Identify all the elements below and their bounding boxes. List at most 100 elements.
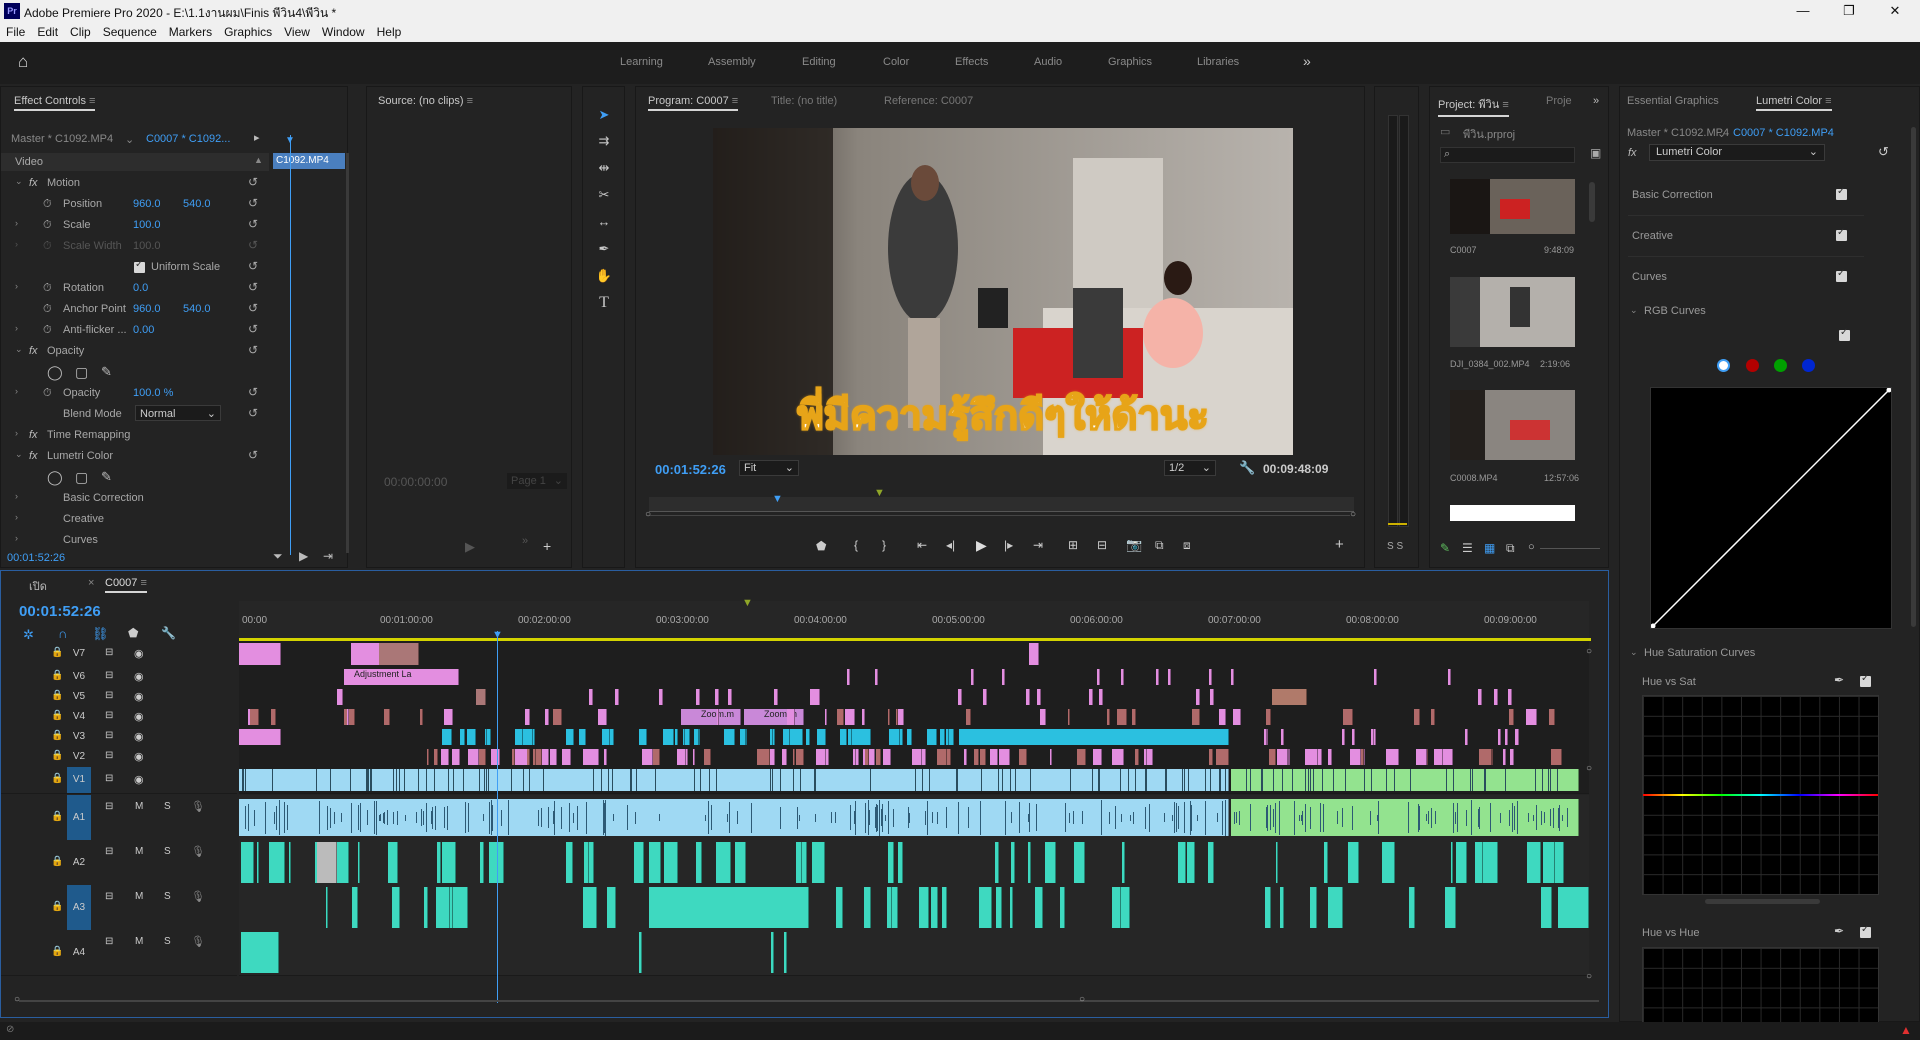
- audio-clip[interactable]: [1445, 887, 1456, 928]
- play-audio-icon[interactable]: ▶: [299, 549, 308, 563]
- audio-clip[interactable]: [289, 842, 291, 883]
- audio-clip[interactable]: [1178, 842, 1186, 883]
- audio-clip[interactable]: [424, 887, 428, 928]
- mute-button[interactable]: M: [135, 846, 143, 857]
- track-lane-a1[interactable]: [239, 795, 1589, 841]
- clip[interactable]: [898, 709, 904, 725]
- icon-view-icon[interactable]: ▦: [1484, 541, 1495, 555]
- clip[interactable]: [999, 749, 1010, 765]
- tab-effect-controls[interactable]: Effect Controls ≡: [14, 95, 96, 111]
- audio-clip[interactable]: [392, 887, 400, 928]
- clip[interactable]: [1328, 749, 1332, 765]
- audio-clip[interactable]: [587, 842, 589, 883]
- blue-channel-button[interactable]: [1802, 359, 1815, 372]
- ellipse-mask-icon[interactable]: ◯: [47, 364, 63, 381]
- scroll-handle-left-icon[interactable]: ○: [14, 994, 20, 1005]
- audio-clip[interactable]: [634, 842, 644, 883]
- clip[interactable]: [816, 749, 826, 765]
- clip[interactable]: [696, 689, 700, 705]
- lumetri-master-label[interactable]: Master * C1092.MP4: [1627, 127, 1729, 139]
- audio-clip[interactable]: [696, 842, 702, 883]
- audio-clip[interactable]: [1208, 842, 1214, 883]
- clip[interactable]: [550, 749, 557, 765]
- clip[interactable]: [838, 709, 844, 725]
- clip[interactable]: [1077, 749, 1086, 765]
- audio-clip[interactable]: [996, 887, 1002, 928]
- rgb-curves-checkbox[interactable]: [1839, 327, 1850, 341]
- program-playhead-icon[interactable]: ▼: [772, 493, 783, 505]
- hand-tool-icon[interactable]: ✋: [594, 266, 614, 286]
- audio-clip[interactable]: [1276, 842, 1278, 883]
- basic-correction-row[interactable]: › Basic Correction: [1, 488, 271, 509]
- add-marker-icon[interactable]: ⬟: [128, 626, 138, 640]
- master-clip-label[interactable]: Master * C1092.MP4: [11, 133, 113, 145]
- program-timecode[interactable]: 00:01:52:26: [655, 462, 726, 477]
- rgb-curve-graph[interactable]: [1650, 387, 1892, 629]
- project-thumb-c0007[interactable]: [1450, 179, 1575, 234]
- clip[interactable]: [717, 709, 719, 725]
- clip[interactable]: [1266, 709, 1271, 725]
- tab-open[interactable]: เปิด: [29, 577, 47, 595]
- clip[interactable]: [1281, 729, 1284, 745]
- audio-clip[interactable]: [257, 842, 259, 883]
- position-x-value[interactable]: 960.0: [133, 198, 161, 210]
- clip-v5-fx[interactable]: [1272, 689, 1307, 705]
- clip[interactable]: [1352, 729, 1355, 745]
- audio-clip[interactable]: [1456, 842, 1467, 883]
- clip[interactable]: [782, 749, 787, 765]
- microphone-icon[interactable]: 🎙: [191, 890, 205, 903]
- clip[interactable]: [1221, 709, 1226, 725]
- stopwatch-icon[interactable]: ⏱: [43, 303, 52, 316]
- curves-section[interactable]: Curves: [1628, 257, 1864, 297]
- more-controls-icon[interactable]: »: [522, 535, 528, 547]
- basic-correction-checkbox[interactable]: [1836, 186, 1847, 200]
- timeline-zoom-scrollbar[interactable]: [19, 1000, 1599, 1002]
- timeline-timecode[interactable]: 00:01:52:26: [19, 603, 101, 620]
- scale-value[interactable]: 100.0: [133, 219, 161, 231]
- clip[interactable]: [806, 729, 810, 745]
- toggle-sync-icon[interactable]: ⊟: [105, 936, 113, 947]
- clip-a1-green[interactable]: [1231, 799, 1579, 836]
- red-channel-button[interactable]: [1746, 359, 1759, 372]
- ripple-edit-tool-icon[interactable]: ⇹: [594, 158, 614, 178]
- audio-clip[interactable]: [639, 932, 642, 973]
- eye-icon[interactable]: ◉: [134, 730, 144, 743]
- track-label[interactable]: A4: [67, 930, 91, 975]
- audio-clip[interactable]: [898, 842, 903, 883]
- clip[interactable]: [1099, 689, 1103, 705]
- workspace-assembly[interactable]: Assembly: [708, 56, 756, 68]
- audio-clip[interactable]: [979, 887, 992, 928]
- uniform-scale-checkbox[interactable]: [134, 259, 145, 273]
- pen-tool-icon[interactable]: ✒: [594, 239, 614, 259]
- toggle-sync-icon[interactable]: ⊟: [105, 773, 113, 784]
- clip[interactable]: [1231, 669, 1234, 685]
- clip[interactable]: [856, 749, 859, 765]
- tab-project-2[interactable]: Proje: [1546, 95, 1572, 107]
- reset-icon[interactable]: ↺: [248, 406, 258, 420]
- tab-project[interactable]: Project: พีวิน ≡: [1438, 95, 1509, 117]
- clip[interactable]: [468, 749, 479, 765]
- menu-help[interactable]: Help: [371, 22, 408, 42]
- clip[interactable]: [1026, 689, 1030, 705]
- audio-clip[interactable]: [280, 842, 285, 883]
- white-channel-button[interactable]: [1717, 359, 1730, 372]
- add-marker-icon[interactable]: ⬟: [816, 539, 826, 553]
- chevron-down-icon[interactable]: ⌄: [1630, 305, 1638, 316]
- solo-button[interactable]: S: [164, 891, 171, 902]
- reset-icon[interactable]: ↺: [248, 175, 258, 189]
- clip[interactable]: [445, 749, 449, 765]
- clip[interactable]: [587, 749, 599, 765]
- clip[interactable]: [1505, 729, 1508, 745]
- resolution-select[interactable]: 1/2 ⌄: [1164, 460, 1216, 476]
- creative-checkbox[interactable]: [1836, 227, 1847, 241]
- audio-clip[interactable]: [1409, 887, 1415, 928]
- audio-clip[interactable]: [1060, 887, 1065, 928]
- clip[interactable]: [384, 709, 390, 725]
- track-lane-a3[interactable]: [239, 885, 1589, 931]
- chevron-down-icon[interactable]: ⌄: [1630, 647, 1638, 658]
- clip[interactable]: [435, 749, 438, 765]
- workspace-audio[interactable]: Audio: [1034, 56, 1062, 68]
- effect-controls-timecode[interactable]: 00:01:52:26: [7, 552, 65, 564]
- clip[interactable]: [1443, 749, 1453, 765]
- clip[interactable]: [980, 749, 986, 765]
